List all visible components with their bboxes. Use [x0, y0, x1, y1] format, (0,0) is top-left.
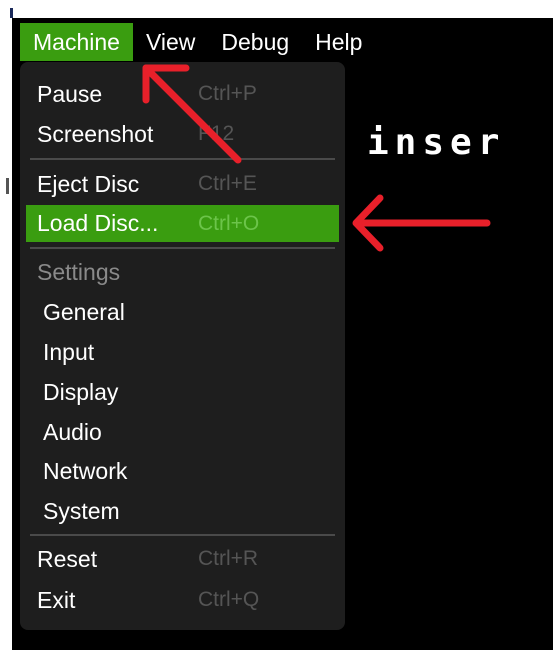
menu-item-general[interactable]: General: [26, 294, 339, 330]
menu-item-label: Pause: [37, 80, 103, 107]
menu-item-pause[interactable]: Pause Ctrl+P: [26, 76, 339, 112]
menu-item-system[interactable]: System: [26, 493, 339, 529]
menu-item-shortcut: Ctrl+P: [198, 82, 257, 105]
menu-item-label: Network: [43, 457, 128, 484]
menu-separator: [30, 247, 335, 249]
menu-separator: [30, 534, 335, 536]
menu-section-settings: Settings: [26, 254, 339, 290]
menu-item-input[interactable]: Input: [26, 334, 339, 370]
menu-item-label: Screenshot: [37, 120, 154, 147]
menu-debug[interactable]: Debug: [208, 23, 302, 61]
menu-item-label: General: [43, 298, 125, 325]
menu-item-label: Display: [43, 378, 119, 405]
menu-item-load-disc[interactable]: Load Disc... Ctrl+O: [26, 205, 339, 242]
menu-item-label: Eject Disc: [37, 170, 140, 197]
menu-item-shortcut: Ctrl+O: [198, 211, 260, 235]
menu-item-display[interactable]: Display: [26, 374, 339, 410]
menu-item-shortcut: F12: [198, 122, 235, 145]
menu-item-screenshot[interactable]: Screenshot F12: [26, 116, 339, 152]
menu-item-label: System: [43, 497, 120, 524]
menu-item-eject-disc[interactable]: Eject Disc Ctrl+E: [26, 166, 339, 202]
menu-item-network[interactable]: Network: [26, 453, 339, 489]
menu-item-audio[interactable]: Audio: [26, 414, 339, 450]
menu-separator: [30, 158, 335, 160]
menu-item-label: Audio: [43, 418, 102, 445]
menu-machine[interactable]: Machine: [20, 23, 133, 61]
menu-item-shortcut: Ctrl+E: [198, 172, 257, 195]
menu-item-label: Load Disc...: [37, 210, 159, 236]
menu-view[interactable]: View: [133, 23, 208, 61]
edge-mark-top: [10, 8, 13, 18]
menu-item-shortcut: Ctrl+R: [198, 547, 259, 570]
menu-bar: Machine View Debug Help: [12, 22, 553, 62]
menu-item-label: Input: [43, 338, 95, 365]
menu-item-reset[interactable]: Reset Ctrl+R: [26, 541, 339, 577]
screenshot: Machine View Debug Help inser Pause Ctrl…: [0, 0, 553, 650]
emulator-screen-text: inser: [367, 122, 506, 163]
menu-section-label: Settings: [37, 258, 121, 285]
menu-item-label: Reset: [37, 545, 98, 572]
menu-item-shortcut: Ctrl+Q: [198, 588, 260, 611]
menu-item-exit[interactable]: Exit Ctrl+Q: [26, 582, 339, 618]
menu-item-label: Exit: [37, 586, 76, 613]
machine-menu-dropdown: Pause Ctrl+P Screenshot F12 Eject Disc C…: [20, 62, 345, 630]
edge-mark-left: [6, 178, 9, 194]
menu-help[interactable]: Help: [302, 23, 375, 61]
